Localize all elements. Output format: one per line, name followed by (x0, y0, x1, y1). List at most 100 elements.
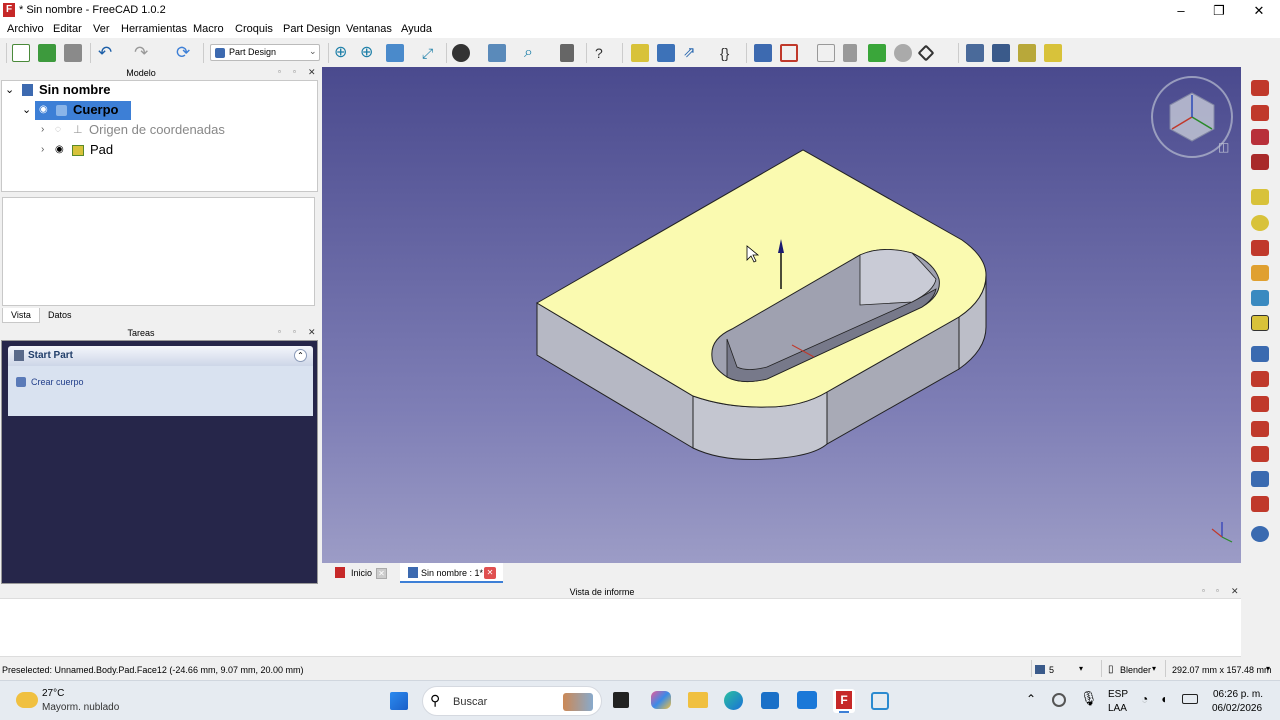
undo-icon[interactable]: ↶ (98, 44, 116, 62)
wifi-icon[interactable]: ◔ (1141, 692, 1148, 706)
float-panel-icon[interactable]: ▫ (278, 67, 281, 76)
new-file-icon[interactable] (12, 44, 30, 62)
expand-icon[interactable]: › (41, 141, 44, 159)
tab-inicio[interactable]: Inicio ✕ (326, 563, 394, 583)
link-icon[interactable]: ⇗ (683, 44, 701, 62)
sketch-icon[interactable] (780, 44, 798, 62)
thickness-tool-icon[interactable] (1251, 421, 1269, 437)
notification-count[interactable]: 5 (1049, 665, 1054, 675)
store-icon[interactable] (761, 692, 779, 709)
collapse-icon[interactable]: ⌄ (5, 81, 14, 99)
macro-2-icon[interactable] (992, 44, 1010, 62)
dimensions-status[interactable]: 292.07 mm x 157.48 mm (1172, 665, 1272, 675)
start-icon[interactable] (390, 692, 408, 710)
maximize-button[interactable]: ❐ (1209, 3, 1229, 19)
language-layout[interactable]: LAA (1108, 703, 1127, 714)
additive-cylinder-icon[interactable] (1251, 215, 1269, 231)
close-button[interactable]: ✕ (1249, 3, 1269, 19)
fillet-tool-icon[interactable] (1251, 346, 1269, 362)
chevron-down-icon[interactable]: ▾ (1152, 664, 1156, 673)
draft-tool-icon[interactable] (1251, 396, 1269, 412)
shape-binder-icon[interactable] (868, 44, 886, 62)
clock-date[interactable]: 06/02/2026 (1212, 703, 1262, 714)
copilot-icon[interactable] (651, 691, 671, 709)
outlook-icon[interactable] (797, 691, 817, 709)
variable-set-icon[interactable]: {} (720, 44, 738, 62)
pocket-tool-icon[interactable] (1251, 240, 1269, 256)
language-code[interactable]: ESP (1108, 689, 1128, 700)
groove-tool-icon[interactable] (1251, 290, 1269, 306)
undock-panel-icon[interactable]: ▫ (293, 67, 296, 76)
microphone-icon[interactable]: 🎙 (1080, 690, 1098, 707)
close-panel-icon[interactable]: ✕ (1231, 586, 1239, 597)
macro-4-icon[interactable] (1044, 44, 1062, 62)
menu-ver[interactable]: Ver (93, 23, 110, 35)
float-panel-icon[interactable]: ▫ (1202, 586, 1205, 595)
revolution-tool-icon[interactable] (1251, 105, 1269, 121)
navigation-cube[interactable]: ◫ (1151, 76, 1233, 158)
menu-macro[interactable]: Macro (193, 23, 224, 35)
macro-3-icon[interactable] (1018, 44, 1036, 62)
edge-icon[interactable] (724, 691, 743, 710)
taskbar-search[interactable]: ⚲ Buscar (422, 686, 602, 716)
float-panel-icon[interactable]: ▫ (278, 327, 281, 336)
eye-icon[interactable]: ◉ (39, 101, 48, 119)
eye-icon[interactable]: ◉ (55, 141, 64, 159)
open-file-icon[interactable] (38, 44, 56, 62)
freecad-taskbar-button[interactable]: F (833, 689, 855, 713)
minimize-button[interactable]: – (1171, 3, 1191, 19)
create-body-link[interactable]: Crear cuerpo (31, 377, 84, 387)
menu-archivo[interactable]: Archivo (7, 23, 44, 35)
boolean-tool-icon[interactable] (1251, 526, 1269, 542)
expand-icon[interactable]: › (41, 121, 44, 139)
menu-croquis[interactable]: Croquis (235, 23, 273, 35)
linear-pattern-icon[interactable] (1251, 471, 1269, 487)
macro-1-icon[interactable] (966, 44, 984, 62)
pipe-tool-icon[interactable] (1251, 154, 1269, 170)
3d-viewport[interactable]: ◫ (322, 67, 1241, 563)
tree-item-pad[interactable]: Pad (90, 141, 113, 159)
weather-temp[interactable]: 27°C (42, 688, 64, 699)
close-tab-icon[interactable]: ✕ (484, 567, 496, 579)
undock-panel-icon[interactable]: ▫ (1216, 586, 1219, 595)
isometric-view-icon[interactable] (386, 44, 404, 62)
close-tab-icon[interactable]: ✕ (376, 568, 387, 579)
clock-time[interactable]: 06:26 p. m. (1213, 689, 1263, 700)
additive-box-icon[interactable] (1251, 189, 1269, 205)
tab-datos[interactable]: Datos (40, 308, 80, 322)
whats-this-icon[interactable]: ? (595, 44, 613, 62)
undock-panel-icon[interactable]: ▫ (293, 327, 296, 336)
chevron-down-icon[interactable]: ▾ (1266, 664, 1270, 673)
chamfer-tool-icon[interactable] (1251, 371, 1269, 387)
menu-herramientas[interactable]: Herramientas (121, 23, 187, 35)
chevron-up-icon[interactable]: ⌃ (1026, 692, 1036, 706)
menu-ayuda[interactable]: Ayuda (401, 23, 432, 35)
tree-item-origin[interactable]: Origen de coordenadas (89, 121, 225, 139)
collapse-section-icon[interactable]: ⌃ (294, 349, 307, 362)
refresh-icon[interactable]: ⟳ (176, 44, 194, 62)
close-panel-icon[interactable]: ✕ (308, 327, 316, 338)
create-part-icon[interactable] (631, 44, 649, 62)
attach-icon[interactable] (843, 44, 857, 62)
3d-model-canvas[interactable]: ◫ (322, 67, 1241, 563)
collapse-icon[interactable]: ⌄ (22, 101, 31, 119)
datum-plane-icon[interactable] (917, 44, 935, 62)
tab-sin-nombre[interactable]: Sin nombre : 1* ✕ (400, 563, 503, 583)
tree-item-body[interactable]: Cuerpo (73, 101, 119, 119)
chevron-down-icon[interactable]: ▾ (1079, 664, 1083, 673)
clone-icon[interactable] (894, 44, 912, 62)
body-icon[interactable] (754, 44, 772, 62)
menu-editar[interactable]: Editar (53, 23, 82, 35)
volume-icon[interactable]: ◖ (1160, 692, 1167, 706)
pad-tool-icon[interactable] (1251, 80, 1269, 96)
tab-vista[interactable]: Vista (2, 308, 40, 323)
menu-ventanas[interactable]: Ventanas (346, 23, 392, 35)
draw-style-icon[interactable] (452, 44, 470, 62)
measure-icon[interactable]: ⌕ (524, 44, 542, 62)
battery-icon[interactable] (1182, 694, 1198, 704)
fit-all-icon[interactable]: ⊕ (334, 44, 352, 62)
weather-icon[interactable] (16, 692, 38, 708)
onedrive-icon[interactable] (1052, 693, 1066, 707)
validate-sketch-icon[interactable] (817, 44, 835, 62)
snipping-tool-icon[interactable] (871, 692, 889, 710)
